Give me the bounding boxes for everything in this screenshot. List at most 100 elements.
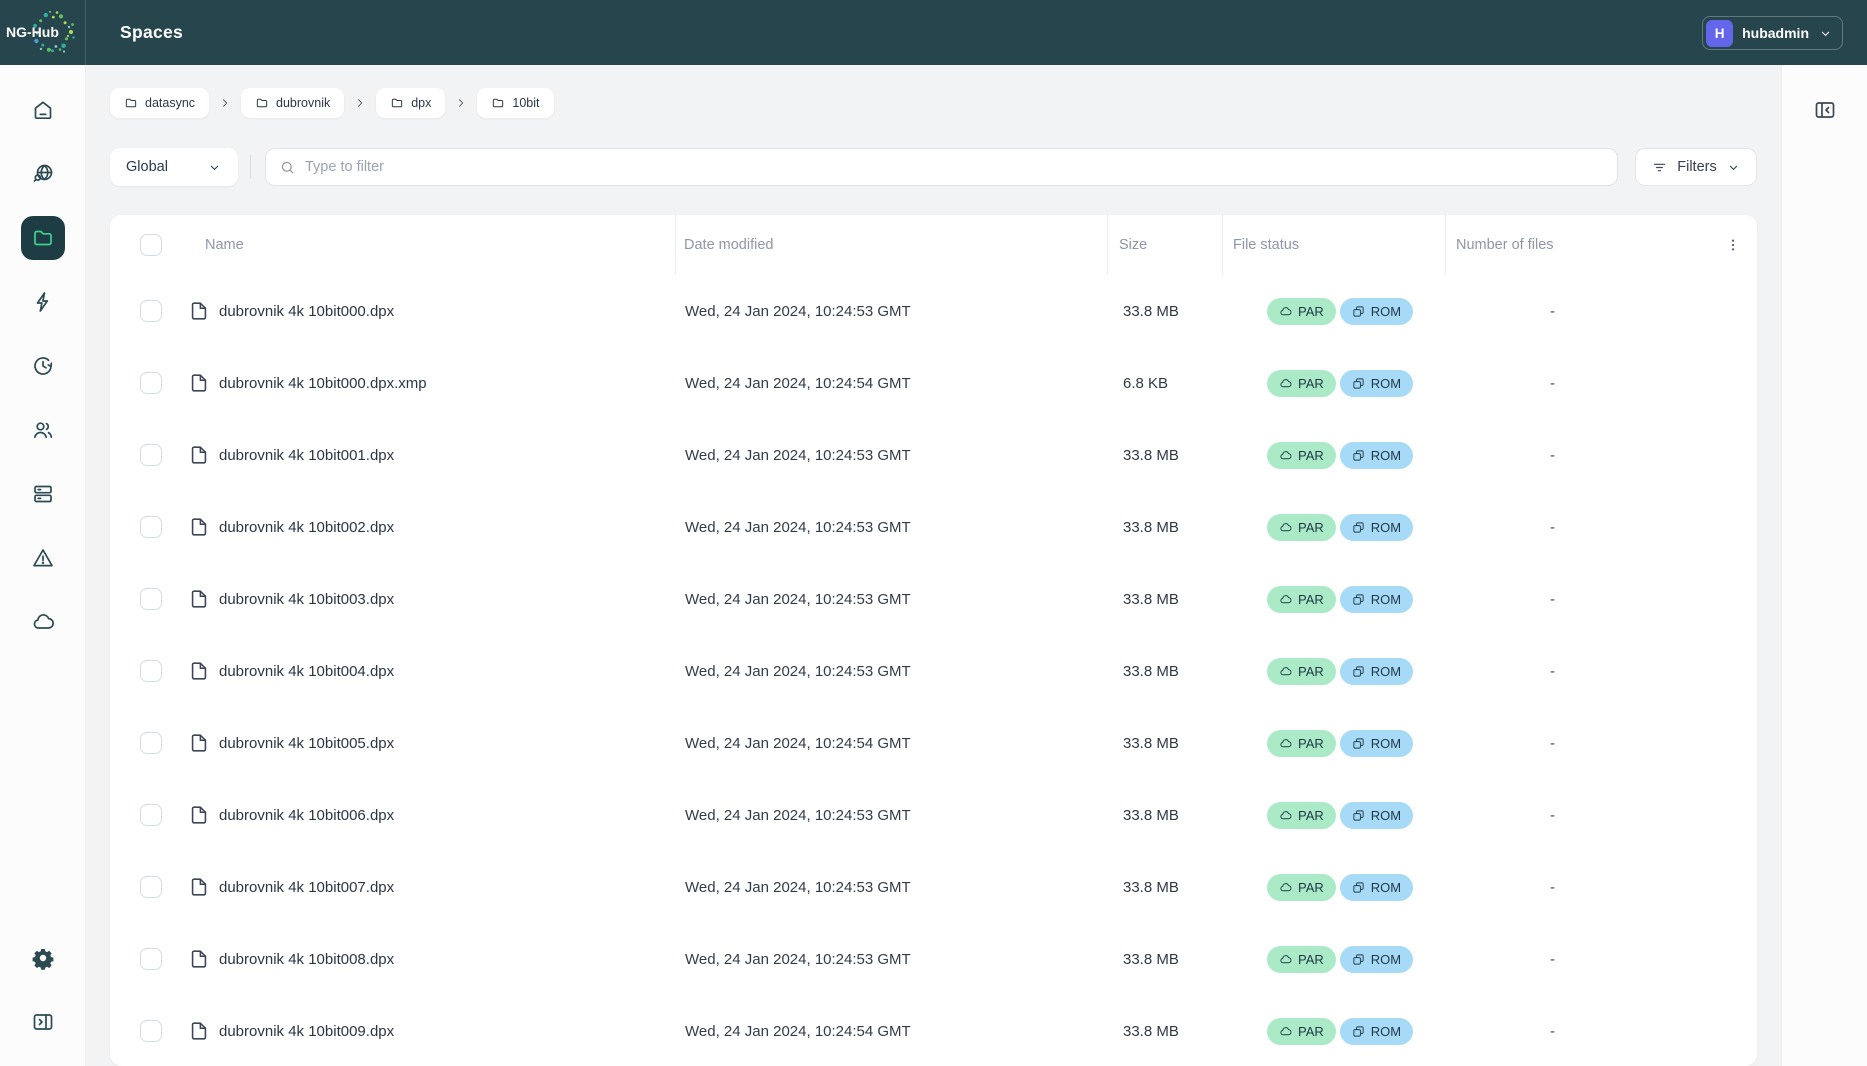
servers-icon	[31, 482, 55, 506]
table-row[interactable]: dubrovnik 4k 10bit002.dpx Wed, 24 Jan 20…	[110, 491, 1757, 563]
scope-select[interactable]: Global	[110, 148, 238, 186]
filter-input[interactable]	[305, 159, 1604, 175]
number-of-files: -	[1445, 663, 1720, 680]
breadcrumb-label: dpx	[411, 96, 431, 110]
file-size: 33.8 MB	[1107, 519, 1222, 536]
row-checkbox[interactable]	[140, 804, 162, 826]
sidebar-item-settings[interactable]	[21, 936, 65, 980]
ng-hub-logo[interactable]: NG-Hub	[0, 0, 86, 65]
column-header-name[interactable]: Name	[175, 215, 675, 275]
row-checkbox[interactable]	[140, 300, 162, 322]
app-window: NG-Hub Spaces H hubadmin	[0, 0, 1867, 1066]
file-size: 33.8 MB	[1107, 303, 1222, 320]
number-of-files: -	[1445, 951, 1720, 968]
row-checkbox[interactable]	[140, 372, 162, 394]
select-all-checkbox[interactable]	[140, 234, 162, 256]
chevron-down-icon	[1818, 26, 1833, 41]
breadcrumb-item-dubrovnik[interactable]: dubrovnik	[241, 88, 344, 118]
filter-icon	[1651, 159, 1668, 176]
filters-button[interactable]: Filters	[1635, 148, 1757, 186]
top-bar: NG-Hub Spaces H hubadmin	[0, 0, 1867, 65]
sidebar-item-users[interactable]	[21, 408, 65, 452]
file-icon	[188, 948, 210, 970]
number-of-files: -	[1445, 1023, 1720, 1040]
cloud-icon	[1279, 593, 1292, 606]
sidebar-item-activity[interactable]	[21, 280, 65, 324]
file-icon	[188, 444, 210, 466]
status-badge-label: ROM	[1371, 664, 1401, 679]
status-badge-rom: ROM	[1340, 658, 1413, 685]
table-row[interactable]: dubrovnik 4k 10bit005.dpx Wed, 24 Jan 20…	[110, 707, 1757, 779]
column-options-button[interactable]	[1720, 215, 1757, 275]
row-checkbox[interactable]	[140, 1020, 162, 1042]
cloud-icon	[1279, 665, 1292, 678]
table-row[interactable]: dubrovnik 4k 10bit000.dpx.xmp Wed, 24 Ja…	[110, 347, 1757, 419]
status-badge-par: PAR	[1267, 514, 1336, 541]
toolbar-divider	[250, 155, 251, 179]
number-of-files: -	[1445, 447, 1720, 464]
status-badge-rom: ROM	[1340, 298, 1413, 325]
table-row[interactable]: dubrovnik 4k 10bit000.dpx Wed, 24 Jan 20…	[110, 275, 1757, 347]
row-checkbox[interactable]	[140, 588, 162, 610]
sidebar-item-storage[interactable]	[21, 472, 65, 516]
clock-history-icon	[31, 354, 55, 378]
cloud-icon	[1279, 1025, 1292, 1038]
filters-button-label: Filters	[1677, 159, 1716, 175]
status-badge-label: PAR	[1298, 304, 1324, 319]
cloud-icon	[31, 610, 55, 634]
file-name: dubrovnik 4k 10bit009.dpx	[219, 1023, 394, 1040]
table-row[interactable]: dubrovnik 4k 10bit007.dpx Wed, 24 Jan 20…	[110, 851, 1757, 923]
breadcrumb-item-dpx[interactable]: dpx	[376, 88, 445, 118]
column-header-number-of-files[interactable]: Number of files	[1445, 215, 1720, 275]
sidebar-item-cloud[interactable]	[21, 600, 65, 644]
status-badge-label: PAR	[1298, 1024, 1324, 1039]
user-menu[interactable]: H hubadmin	[1702, 16, 1843, 50]
file-icon	[188, 660, 210, 682]
sidebar-item-history[interactable]	[21, 344, 65, 388]
row-checkbox[interactable]	[140, 948, 162, 970]
breadcrumb-item-datasync[interactable]: datasync	[110, 88, 209, 118]
table-row[interactable]: dubrovnik 4k 10bit008.dpx Wed, 24 Jan 20…	[110, 923, 1757, 995]
sidebar-item-home[interactable]	[21, 88, 65, 132]
sidebar-item-alerts[interactable]	[21, 536, 65, 580]
breadcrumb-chevron-icon	[219, 97, 231, 109]
file-name: dubrovnik 4k 10bit007.dpx	[219, 879, 394, 896]
table-row[interactable]: dubrovnik 4k 10bit006.dpx Wed, 24 Jan 20…	[110, 779, 1757, 851]
row-checkbox[interactable]	[140, 516, 162, 538]
breadcrumb-item-10bit[interactable]: 10bit	[477, 88, 553, 118]
row-checkbox[interactable]	[140, 876, 162, 898]
breadcrumb-chevron-icon	[354, 97, 366, 109]
file-status: PAR ROM	[1222, 658, 1445, 685]
status-badge-label: ROM	[1371, 952, 1401, 967]
number-of-files: -	[1445, 735, 1720, 752]
number-of-files: -	[1445, 591, 1720, 608]
status-badge-rom: ROM	[1340, 370, 1413, 397]
status-badge-label: PAR	[1298, 808, 1324, 823]
row-checkbox[interactable]	[140, 444, 162, 466]
avatar: H	[1706, 20, 1733, 47]
status-badge-label: ROM	[1371, 880, 1401, 895]
sidebar-item-spaces[interactable]	[21, 216, 65, 260]
table-row[interactable]: dubrovnik 4k 10bit004.dpx Wed, 24 Jan 20…	[110, 635, 1757, 707]
status-badge-par: PAR	[1267, 1018, 1336, 1045]
panel-expand-button[interactable]	[1803, 88, 1847, 132]
sidebar-item-discover[interactable]	[21, 152, 65, 196]
column-header-date-modified[interactable]: Date modified	[675, 215, 1107, 275]
sidebar-collapse-button[interactable]	[21, 1000, 65, 1044]
column-header-file-status[interactable]: File status	[1222, 215, 1445, 275]
warning-triangle-icon	[31, 546, 55, 570]
breadcrumb-label: dubrovnik	[276, 96, 330, 110]
copy-icon	[1352, 377, 1365, 390]
number-of-files: -	[1445, 519, 1720, 536]
row-checkbox[interactable]	[140, 660, 162, 682]
row-checkbox[interactable]	[140, 732, 162, 754]
column-header-size[interactable]: Size	[1107, 215, 1222, 275]
status-badge-label: ROM	[1371, 736, 1401, 751]
status-badge-label: ROM	[1371, 592, 1401, 607]
table-row[interactable]: dubrovnik 4k 10bit009.dpx Wed, 24 Jan 20…	[110, 995, 1757, 1066]
status-badge-par: PAR	[1267, 370, 1336, 397]
status-badge-par: PAR	[1267, 730, 1336, 757]
copy-icon	[1352, 881, 1365, 894]
table-row[interactable]: dubrovnik 4k 10bit003.dpx Wed, 24 Jan 20…	[110, 563, 1757, 635]
table-row[interactable]: dubrovnik 4k 10bit001.dpx Wed, 24 Jan 20…	[110, 419, 1757, 491]
